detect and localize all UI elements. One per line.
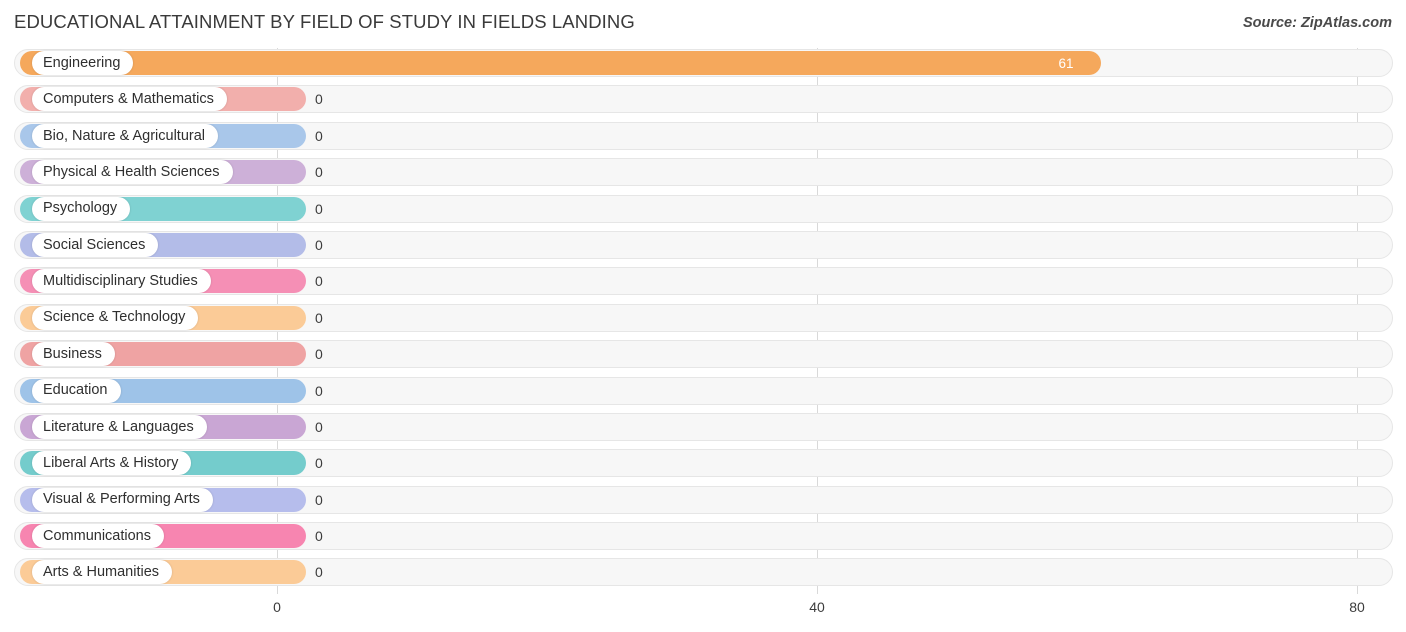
value-label: 0 xyxy=(315,236,323,253)
bar-row[interactable]: Social Sciences 0 xyxy=(0,228,1406,264)
chart-header: EDUCATIONAL ATTAINMENT BY FIELD OF STUDY… xyxy=(0,0,1406,46)
category-pill: Communications xyxy=(32,524,164,549)
category-pill: Science & Technology xyxy=(32,305,199,330)
value-label: 0 xyxy=(315,528,323,545)
value-label: 0 xyxy=(315,491,323,508)
category-label: Science & Technology xyxy=(43,309,186,326)
value-label: 0 xyxy=(315,200,323,217)
category-pill: Bio, Nature & Agricultural xyxy=(32,123,218,148)
value-label: 0 xyxy=(315,127,323,144)
bar-row[interactable]: Computers & Mathematics 0 xyxy=(0,82,1406,118)
category-label: Engineering xyxy=(43,54,121,71)
value-label: 0 xyxy=(315,455,323,472)
bar-row[interactable]: Literature & Languages 0 xyxy=(0,410,1406,446)
category-pill: Multidisciplinary Studies xyxy=(32,269,211,294)
category-pill: Literature & Languages xyxy=(32,414,207,439)
value-label: 0 xyxy=(315,418,323,435)
page-title: EDUCATIONAL ATTAINMENT BY FIELD OF STUDY… xyxy=(14,11,635,32)
category-pill: Liberal Arts & History xyxy=(32,451,192,476)
bar-row[interactable]: Visual & Performing Arts 0 xyxy=(0,483,1406,519)
bar-row[interactable]: Physical & Health Sciences 0 xyxy=(0,155,1406,191)
category-pill: Computers & Mathematics xyxy=(32,87,227,112)
bar-row[interactable]: Engineering 61 xyxy=(0,46,1406,82)
category-pill: Visual & Performing Arts xyxy=(32,487,213,512)
category-label: Multidisciplinary Studies xyxy=(43,273,198,290)
bar-row[interactable]: Bio, Nature & Agricultural 0 xyxy=(0,119,1406,155)
bar-row[interactable]: Liberal Arts & History 0 xyxy=(0,446,1406,482)
category-label: Physical & Health Sciences xyxy=(43,163,220,180)
x-axis-tick-label: 80 xyxy=(1349,599,1365,615)
chart-plot-area: Engineering 61 Computers & Mathematics 0 Bio… xyxy=(0,46,1406,598)
value-label: 0 xyxy=(315,309,323,326)
category-label: Education xyxy=(43,382,108,399)
category-label: Social Sciences xyxy=(43,236,146,253)
bar-row[interactable]: Arts & Humanities 0 xyxy=(0,555,1406,591)
value-label: 0 xyxy=(315,564,323,581)
category-label: Literature & Languages xyxy=(43,418,194,435)
x-axis: 0 40 80 xyxy=(0,598,1406,632)
category-pill: Physical & Health Sciences xyxy=(32,160,233,185)
bar-row[interactable]: Communications 0 xyxy=(0,519,1406,555)
value-label: 0 xyxy=(315,346,323,363)
x-axis-tick-label: 40 xyxy=(809,599,825,615)
bar-row[interactable]: Psychology 0 xyxy=(0,192,1406,228)
x-axis-tick-label: 0 xyxy=(273,599,281,615)
category-label: Bio, Nature & Agricultural xyxy=(43,127,205,144)
bar-rows: Engineering 61 Computers & Mathematics 0 Bio… xyxy=(0,46,1406,592)
bar-row[interactable]: Multidisciplinary Studies 0 xyxy=(0,264,1406,300)
value-label: 0 xyxy=(315,164,323,181)
value-label: 0 xyxy=(315,273,323,290)
category-label: Business xyxy=(43,345,102,362)
value-label: 0 xyxy=(315,382,323,399)
bar-row[interactable]: Business 0 xyxy=(0,337,1406,373)
value-label: 0 xyxy=(315,91,323,108)
bar-row[interactable]: Science & Technology 0 xyxy=(0,301,1406,337)
category-label: Arts & Humanities xyxy=(43,564,160,581)
value-bar[interactable] xyxy=(20,51,1101,75)
category-pill: Psychology xyxy=(32,196,131,221)
category-pill: Education xyxy=(32,378,121,403)
category-label: Computers & Mathematics xyxy=(43,91,214,108)
category-pill: Social Sciences xyxy=(32,232,159,257)
category-pill: Arts & Humanities xyxy=(32,560,173,585)
source-attribution: Source: ZipAtlas.com xyxy=(1242,15,1392,31)
category-label: Visual & Performing Arts xyxy=(43,491,200,508)
category-pill: Engineering xyxy=(32,51,134,75)
category-label: Liberal Arts & History xyxy=(43,455,179,472)
category-pill: Business xyxy=(32,342,115,367)
category-label: Communications xyxy=(43,527,151,544)
category-label: Psychology xyxy=(43,200,118,217)
bar-row[interactable]: Education 0 xyxy=(0,374,1406,410)
value-label: 61 xyxy=(1058,55,1074,71)
